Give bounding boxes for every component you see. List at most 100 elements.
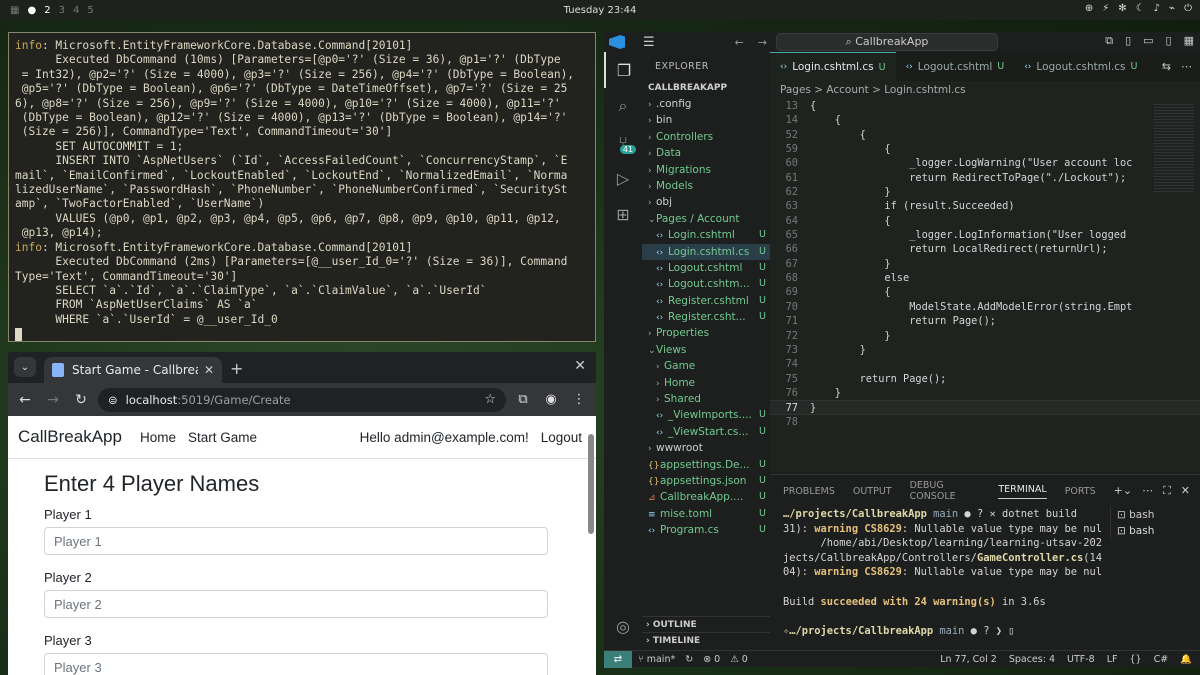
sync-icon[interactable]: ↻ — [685, 654, 693, 665]
line-ending[interactable]: LF — [1107, 654, 1118, 665]
more-icon[interactable]: ⋯ — [1142, 484, 1153, 498]
clock[interactable]: Tuesday 23:44 — [0, 5, 1200, 16]
bookmark-star-icon[interactable]: ☆ — [484, 392, 496, 407]
search-icon[interactable]: ⌕ — [604, 88, 642, 124]
brand-link[interactable]: CallBreakApp — [18, 427, 122, 447]
run-debug-icon[interactable]: ▷ — [604, 160, 642, 196]
workspace-3[interactable]: 3 — [59, 5, 65, 16]
notifications-icon[interactable]: 🔔 — [1180, 654, 1192, 665]
toggle-panel-icon[interactable]: ▭ — [1143, 34, 1153, 48]
tree-item-properties[interactable]: › Properties — [642, 325, 770, 341]
maximize-panel-icon[interactable]: ⛶ — [1163, 484, 1171, 498]
hamburger-menu-icon[interactable]: ☰ — [643, 35, 655, 50]
address-bar[interactable]: ⊜ localhost:5019/Game/Create ☆ — [98, 387, 506, 412]
toggle-sidebar-icon[interactable]: ▯ — [1125, 34, 1131, 48]
panel-tab-output[interactable]: OUTPUT — [853, 486, 892, 497]
go-forward-icon[interactable]: → — [758, 36, 767, 49]
braces-icon[interactable]: {} — [1129, 654, 1141, 665]
explorer-icon[interactable]: ❐ — [604, 52, 642, 88]
tray-icon-1[interactable]: ⚡ — [1102, 3, 1109, 14]
tree-item-controllers[interactable]: › Controllers — [642, 129, 770, 145]
tree-item-register-cshtml[interactable]: ‹› Register.cshtml U — [642, 293, 770, 309]
terminal-instance-1[interactable]: ⊡ bash — [1117, 507, 1194, 523]
player-2-input[interactable]: Player 2 — [44, 590, 548, 618]
tray-icon-5[interactable]: ⌁ — [1169, 3, 1175, 14]
tree-item-obj[interactable]: › obj — [642, 194, 770, 210]
accounts-icon[interactable]: ◎ — [604, 608, 642, 644]
close-window-icon[interactable]: ✕ — [574, 358, 586, 374]
tree-item-shared[interactable]: › Shared — [642, 391, 770, 407]
forward-icon[interactable]: → — [42, 392, 64, 408]
panel-tab-problems[interactable]: PROBLEMS — [783, 486, 835, 497]
tree-item-pages-account[interactable]: ⌄Pages / Account — [642, 211, 770, 227]
terminal-instance-2[interactable]: ⊡ bash — [1117, 523, 1194, 539]
tree-item-home[interactable]: › Home — [642, 375, 770, 391]
new-tab-button[interactable]: + — [230, 359, 243, 378]
scrollbar-thumb[interactable] — [588, 434, 594, 534]
tree-item-logout-cshtml[interactable]: ‹› Logout.cshtml U — [642, 260, 770, 276]
branch-status[interactable]: ⑂ main* — [638, 654, 675, 665]
tray-icon-4[interactable]: ♪ — [1154, 3, 1160, 14]
profile-icon[interactable]: ◉ — [540, 392, 562, 407]
tree-item-migrations[interactable]: › Migrations — [642, 162, 770, 178]
language-mode[interactable]: C# — [1154, 654, 1169, 665]
errors-status[interactable]: ⊗ 0 — [703, 654, 720, 665]
tree-item-data[interactable]: › Data — [642, 145, 770, 161]
extensions-icon[interactable]: ⧉ — [512, 392, 534, 407]
user-greeting[interactable]: Hello admin@example.com! — [360, 430, 529, 445]
tree-item-wwwroot[interactable]: › wwwroot — [642, 440, 770, 456]
workspace-4[interactable]: 4 — [73, 5, 79, 16]
tray-icon-0[interactable]: ⊕ — [1085, 3, 1093, 14]
go-back-icon[interactable]: ← — [735, 36, 744, 49]
tree-item-program-cs[interactable]: ‹› Program.cs U — [642, 522, 770, 538]
editor-tab-logout-cshtml[interactable]: ‹› Logout.cshtml U — [896, 52, 1015, 81]
tray-icon-3[interactable]: ☾ — [1136, 3, 1145, 14]
site-info-icon[interactable]: ⊜ — [108, 393, 118, 407]
source-control-icon[interactable]: ⑂ 41 — [604, 124, 642, 160]
tree-item-appsettings-de-[interactable]: {}appsettings.De... U — [642, 457, 770, 473]
tree-item--viewstart-cs-[interactable]: ‹› _ViewStart.cs... U — [642, 424, 770, 440]
close-panel-icon[interactable]: ✕ — [1181, 484, 1190, 498]
logout-link[interactable]: Logout — [541, 430, 582, 445]
command-center[interactable]: ⌕ CallbreakApp — [776, 33, 998, 51]
menu-icon[interactable]: ⋮ — [568, 392, 590, 407]
project-root[interactable]: CALLBREAKAPP — [642, 80, 770, 96]
tree-item-views[interactable]: ⌄Views — [642, 342, 770, 358]
back-icon[interactable]: ← — [14, 392, 36, 408]
workspace-2[interactable]: 2 — [44, 5, 50, 16]
nav-home-link[interactable]: Home — [140, 430, 176, 445]
warnings-status[interactable]: ⚠ 0 — [730, 654, 748, 665]
player-3-input[interactable]: Player 3 — [44, 653, 548, 675]
copilot-icon[interactable]: ⧉ — [1105, 34, 1113, 48]
panel-tab-debug-console[interactable]: DEBUG CONSOLE — [910, 480, 981, 502]
extensions-icon[interactable]: ⊞ — [604, 196, 642, 232]
reload-icon[interactable]: ↻ — [70, 392, 92, 408]
code-view[interactable]: 13 {14 {52 {59 {60 _logger.LogWarning("Us… — [770, 99, 1200, 429]
tree-item-register-csht-[interactable]: ‹› Register.csht... U — [642, 309, 770, 325]
remote-indicator-icon[interactable]: ⇄ — [604, 650, 632, 668]
editor-tab-login-cshtml-cs[interactable]: ‹› Login.cshtml.cs U — [770, 52, 896, 81]
close-tab-icon[interactable]: ✕ — [204, 363, 214, 377]
layout-icon[interactable]: ▦ — [1184, 34, 1194, 48]
workspace-5[interactable]: 5 — [87, 5, 93, 16]
tray-icon-2[interactable]: ✻ — [1118, 3, 1126, 14]
page-scrollbar[interactable] — [588, 426, 594, 666]
tree-item-bin[interactable]: › bin — [642, 112, 770, 128]
tray-icon-6[interactable]: ⏻ — [1184, 3, 1192, 14]
indentation[interactable]: Spaces: 4 — [1009, 654, 1055, 665]
tree-item-login-cshtml-cs[interactable]: ‹› Login.cshtml.cs U — [642, 243, 770, 260]
player-1-input[interactable]: Player 1 — [44, 527, 548, 555]
integrated-terminal-output[interactable]: …/projects/CallbreakApp main ● ? ✕ dotne… — [770, 507, 1102, 638]
panel-tab-terminal[interactable]: TERMINAL — [998, 484, 1047, 499]
nav-start-game-link[interactable]: Start Game — [188, 430, 257, 445]
tree-item-mise-toml[interactable]: ≡ mise.toml U — [642, 506, 770, 522]
tab-search-button[interactable]: ⌄ — [14, 357, 36, 377]
toggle-secondary-sidebar-icon[interactable]: ▯ — [1166, 34, 1172, 48]
cursor-position[interactable]: Ln 77, Col 2 — [940, 654, 997, 665]
tree-item-appsettings-json[interactable]: {}appsettings.json U — [642, 473, 770, 489]
split-editor-icon[interactable]: ⇆ — [1162, 60, 1171, 73]
tree-item-callbreakapp-[interactable]: ⊿ CallbreakApp.... U — [642, 489, 770, 505]
encoding[interactable]: UTF-8 — [1067, 654, 1095, 665]
editor-tab-logout-cshtml-cs[interactable]: ‹› Logout.cshtml.cs U — [1014, 52, 1147, 81]
breadcrumb[interactable]: Pages > Account > Login.cshtml.cs — [770, 81, 1200, 99]
